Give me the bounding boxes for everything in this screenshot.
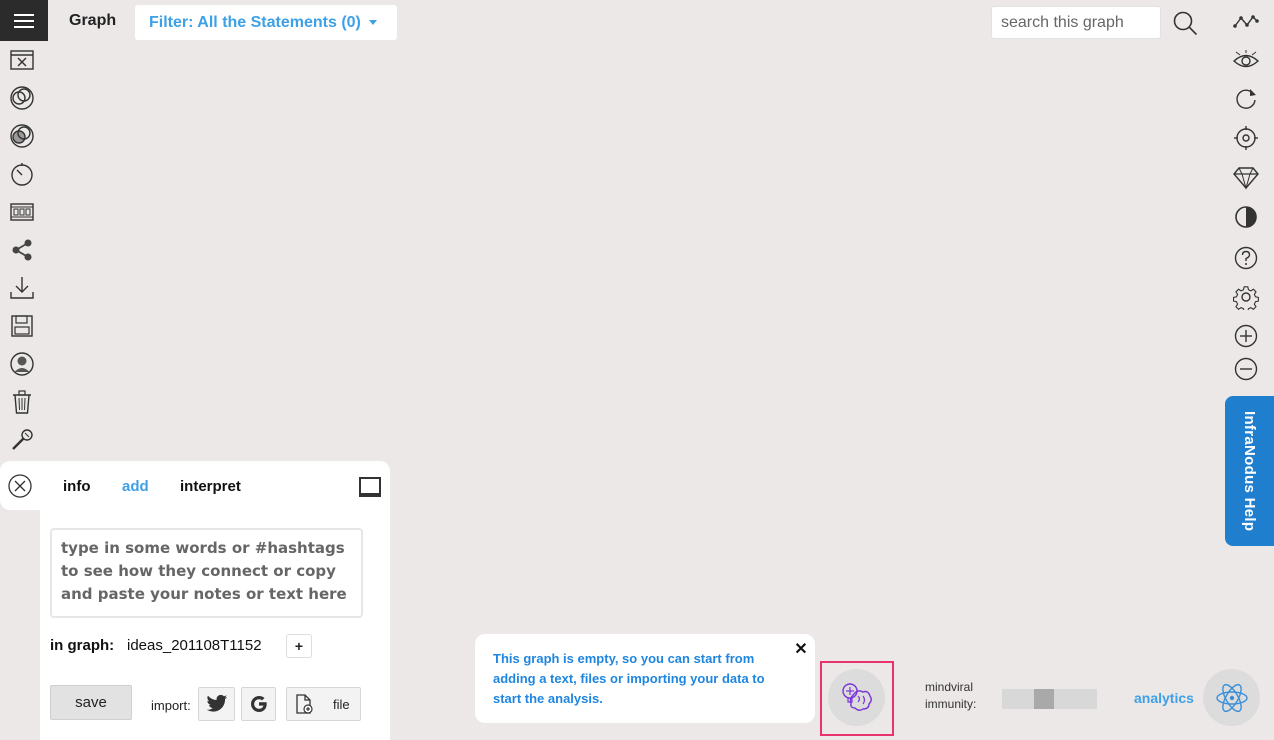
trash-icon[interactable] [6,386,38,418]
contrast-icon[interactable] [1230,201,1262,233]
file-label: file [333,696,350,712]
ai-insight-button[interactable] [828,669,885,726]
filter-dropdown[interactable]: Filter: All the Statements (0) [135,5,397,40]
import-twitter-button[interactable] [198,687,235,721]
help-tab-label: InfraNodus Help [1241,410,1258,532]
infranodus-help-tab[interactable]: InfraNodus Help [1225,396,1274,546]
panel-tabs: info add interpret [40,461,390,510]
panel-close-button[interactable] [0,461,40,510]
mindviral-immunity-label: mindviral immunity: [925,680,977,711]
mindviral-immunity-bar [1002,689,1097,709]
graph-line-icon[interactable] [1230,6,1262,38]
notice-close-button[interactable]: ✕ [792,640,810,658]
help-icon[interactable] [1230,242,1262,274]
target-icon[interactable] [1230,122,1262,154]
close-circle-icon [8,473,32,498]
download-icon[interactable] [6,272,38,304]
statement-input[interactable] [50,528,363,618]
import-label: import: [151,698,191,713]
hamburger-menu-icon [14,13,34,16]
search-button[interactable] [1171,9,1199,37]
save-disk-icon[interactable] [6,310,38,342]
tab-info[interactable]: info [63,478,91,495]
in-graph-label: in graph: [50,637,115,654]
import-google-button[interactable] [241,687,276,721]
timer-icon[interactable] [6,158,38,190]
share-icon[interactable] [6,234,38,266]
compare-circles-icon[interactable] [6,120,38,152]
magnifier-icon [1173,11,1197,35]
brain-bulb-icon [841,682,872,711]
expand-panel-icon[interactable] [359,477,381,497]
add-statements-panel: info add interpret in graph: ideas_20110… [40,461,390,740]
filter-label: Filter: All the Statements (0) [149,13,361,31]
search-input[interactable] [991,6,1161,39]
caret-down-icon [368,20,377,25]
microphone-icon[interactable] [6,424,38,456]
diamond-icon[interactable] [1230,161,1262,193]
close-window-icon[interactable] [6,44,38,76]
twitter-icon [206,694,227,712]
add-context-button[interactable]: + [286,634,312,658]
tab-interpret[interactable]: interpret [180,478,241,495]
atom-icon [1215,683,1248,712]
tab-add[interactable]: add [122,478,149,495]
refresh-icon[interactable] [1230,83,1262,115]
file-add-icon [296,694,313,714]
overlap-circles-icon[interactable] [6,82,38,114]
main-menu-button[interactable] [0,0,48,41]
graph-title[interactable]: Graph [69,12,116,30]
zoom-in-icon[interactable] [1230,320,1262,352]
import-file-button[interactable]: file [286,687,361,721]
zoom-out-icon[interactable] [1230,353,1262,385]
mindviral-immunity-level [1034,689,1054,709]
analytics-link[interactable]: analytics [1134,690,1194,706]
eye-icon[interactable] [1230,45,1262,77]
notice-text: This graph is empty, so you can start fr… [493,651,765,706]
settings-gear-icon[interactable] [1230,281,1262,313]
film-strip-icon[interactable] [6,196,38,228]
analytics-button[interactable] [1203,669,1260,726]
graph-name: ideas_201108T1152 [127,637,262,654]
google-icon [250,696,267,712]
save-button[interactable]: save [50,685,132,720]
empty-graph-notice: This graph is empty, so you can start fr… [475,634,815,723]
user-icon[interactable] [6,348,38,380]
